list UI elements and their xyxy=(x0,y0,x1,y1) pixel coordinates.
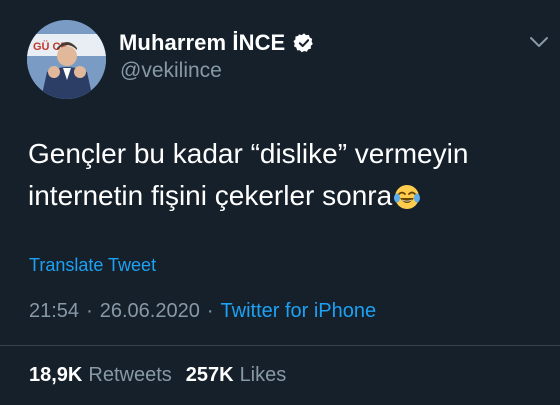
tweet-stats: 18,9K Retweets 257K Likes xyxy=(29,364,286,387)
tweet-card: GÜ CE Muharrem İNCE @vekilince Gençler b… xyxy=(0,0,560,405)
face-with-tears-of-joy-icon xyxy=(393,181,421,223)
meta-separator: · xyxy=(206,300,214,322)
tweet-text-line: internetin fişini çekerler sonra xyxy=(28,175,543,223)
likes-label: Likes xyxy=(239,364,287,386)
tweet-text-line: Gençler bu kadar “dislike” vermeyin xyxy=(28,138,469,169)
chevron-down-icon[interactable] xyxy=(528,34,550,50)
author-name-text: Muharrem İNCE xyxy=(119,30,286,55)
avatar[interactable]: GÜ CE xyxy=(27,20,106,99)
avatar-photo: GÜ CE xyxy=(27,20,106,99)
author-handle[interactable]: @vekilince xyxy=(120,59,222,83)
tweet-meta: 21:54 · 26.06.2020 · Twitter for iPhone xyxy=(29,300,376,323)
translate-tweet-link[interactable]: Translate Tweet xyxy=(29,255,156,276)
retweets-stat[interactable]: 18,9K Retweets xyxy=(29,364,172,387)
tweet-source-link[interactable]: Twitter for iPhone xyxy=(221,300,377,323)
likes-stat[interactable]: 257K Likes xyxy=(186,364,287,387)
divider xyxy=(0,345,560,346)
meta-separator: · xyxy=(86,300,93,322)
likes-count: 257K xyxy=(185,364,234,386)
tweet-text-line-content: internetin fişini çekerler sonra xyxy=(28,180,393,211)
verified-badge-icon xyxy=(293,32,315,54)
tweet-text: Gençler bu kadar “dislike” vermeyin inte… xyxy=(28,133,543,223)
author-name[interactable]: Muharrem İNCE xyxy=(119,30,315,56)
retweets-label: Retweets xyxy=(88,364,172,386)
tweet-date[interactable]: 26.06.2020 xyxy=(100,300,200,323)
retweets-count: 18,9K xyxy=(29,364,83,386)
tweet-time[interactable]: 21:54 xyxy=(29,300,79,323)
